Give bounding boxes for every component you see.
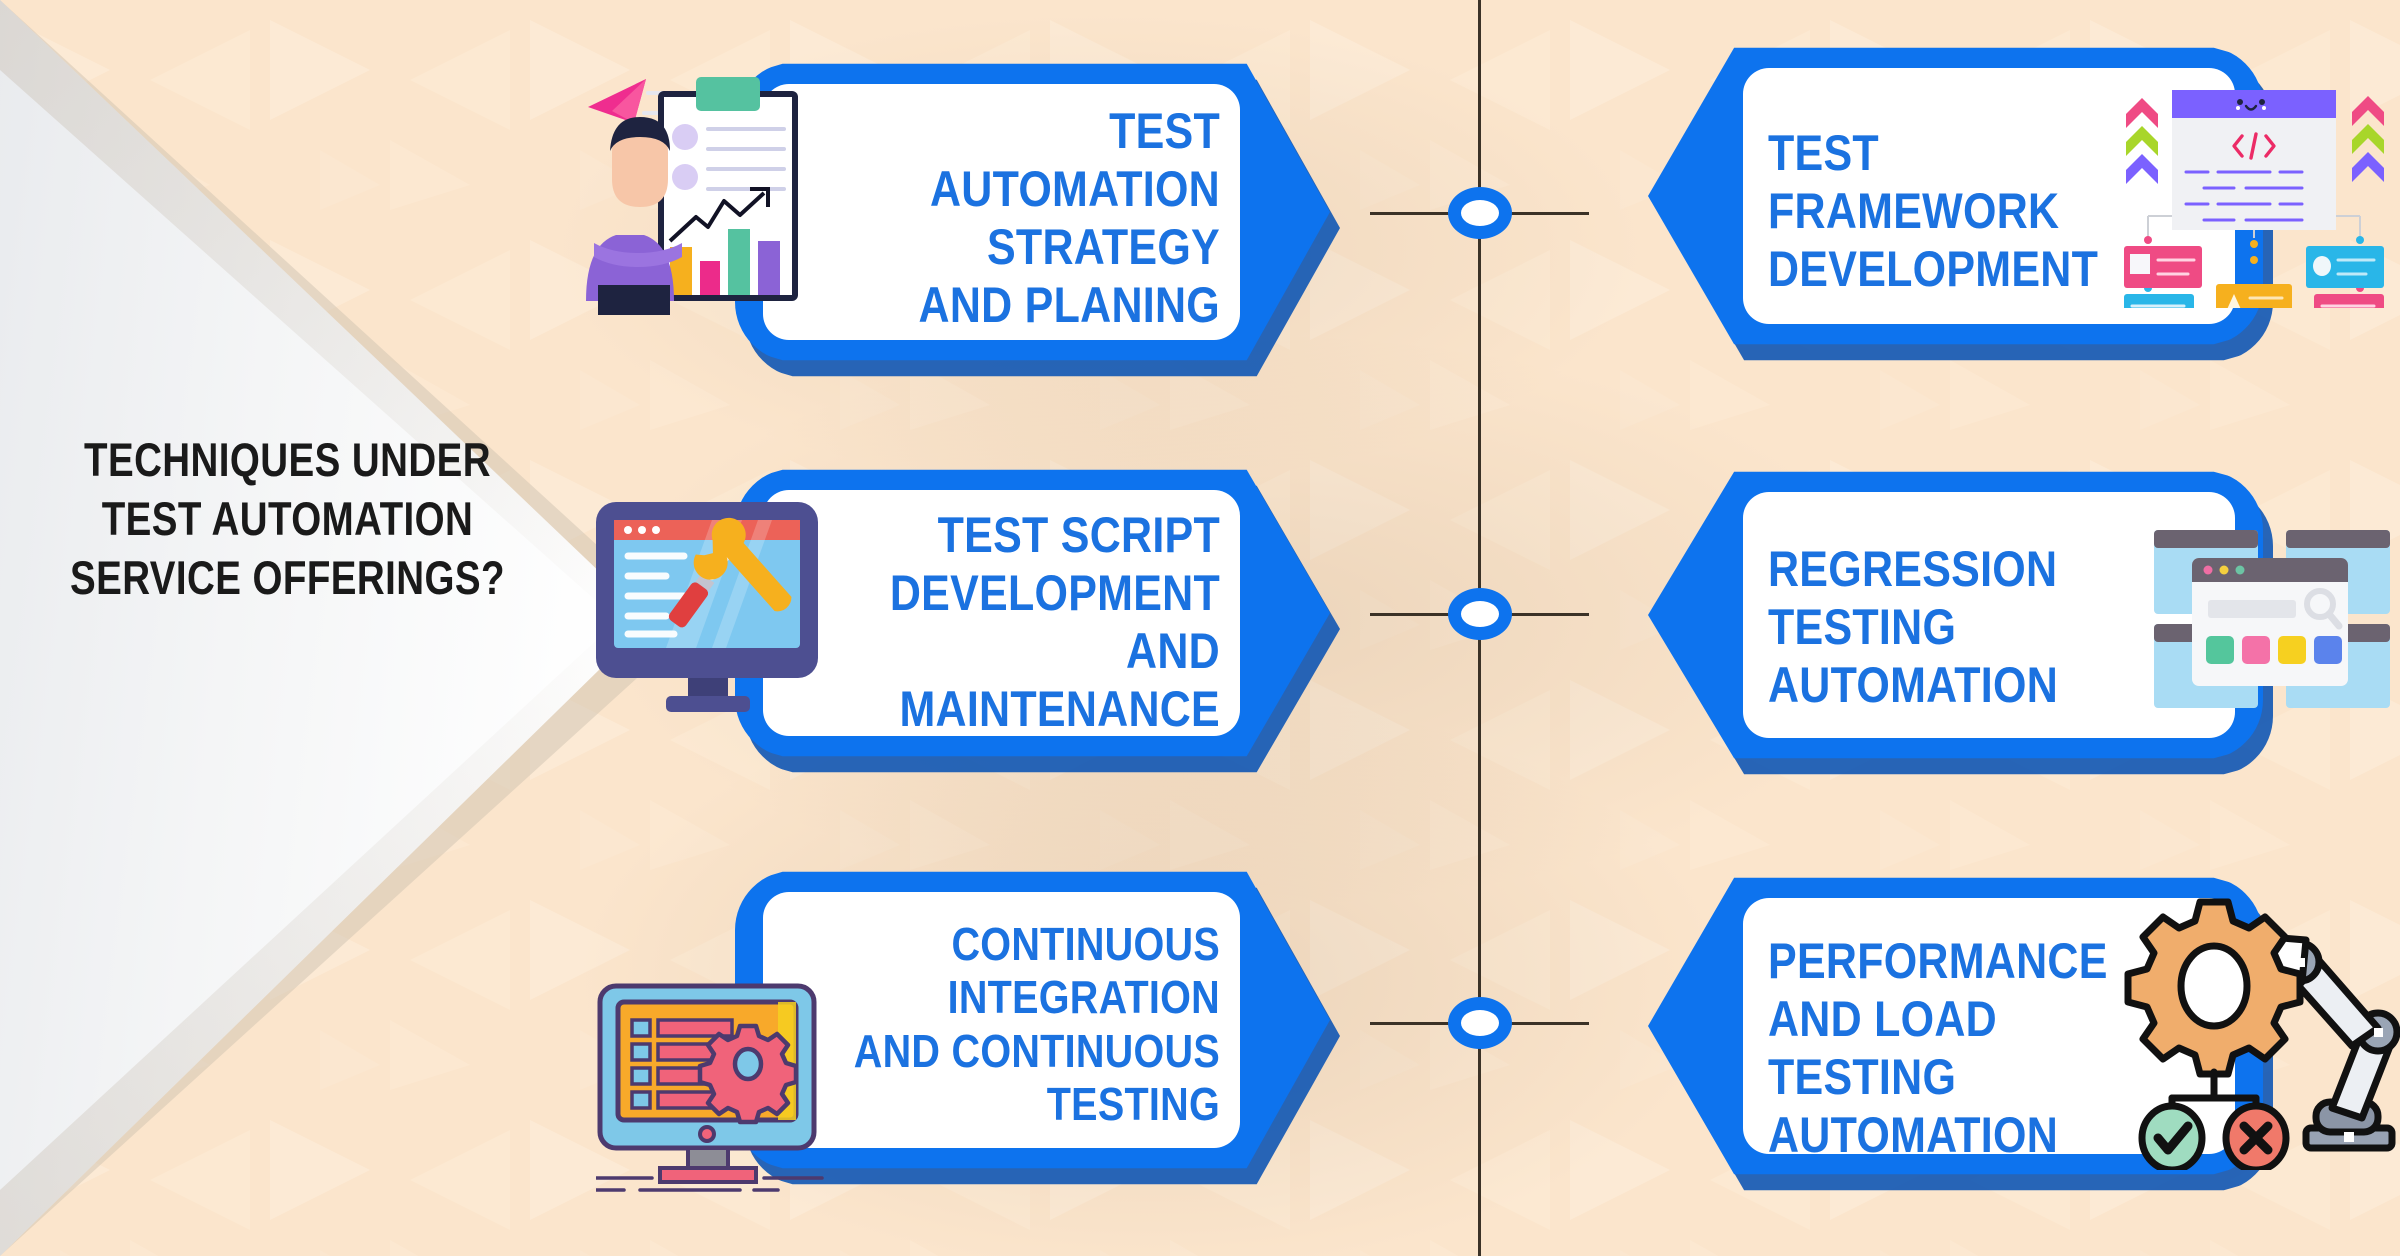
card-test-script-development-and-maintenance[interactable]: TEST SCRIPT DEVELOPMENT AND MAINTENANCE	[735, 468, 1340, 773]
card-test-automation-strategy-and-planing[interactable]: TEST AUTOMATION STRATEGY AND PLANING	[735, 62, 1340, 377]
infographic-canvas: TECHNIQUES UNDER TEST AUTOMATION SERVICE…	[0, 0, 2400, 1256]
connector-node-2	[1448, 588, 1512, 640]
connector-node-3	[1448, 997, 1512, 1049]
card-label: TEST SCRIPT DEVELOPMENT AND MAINTENANCE	[889, 507, 1220, 737]
card-label: CONTINUOUS INTEGRATION AND CONTINUOUS TE…	[853, 918, 1220, 1131]
card-continuous-integration-and-continuous-testing[interactable]: CONTINUOUS INTEGRATION AND CONTINUOUS TE…	[735, 870, 1340, 1185]
card-label: TEST FRAMEWORK DEVELOPMENT	[1768, 125, 2099, 297]
card-regression-testing-automation[interactable]: REGRESSION TESTING AUTOMATION	[1648, 470, 2273, 775]
connector-node-1	[1448, 187, 1512, 239]
card-performance-and-load-testing-automation[interactable]: PERFORMANCE AND LOAD TESTING AUTOMATION	[1648, 876, 2273, 1191]
page-title: TECHNIQUES UNDER TEST AUTOMATION SERVICE…	[70, 433, 505, 605]
card-label: REGRESSION TESTING AUTOMATION	[1768, 541, 2059, 713]
card-test-framework-development[interactable]: TEST FRAMEWORK DEVELOPMENT	[1648, 46, 2273, 361]
card-label: PERFORMANCE AND LOAD TESTING AUTOMATION	[1768, 933, 2108, 1163]
card-label: TEST AUTOMATION STRATEGY AND PLANING	[918, 103, 1220, 333]
